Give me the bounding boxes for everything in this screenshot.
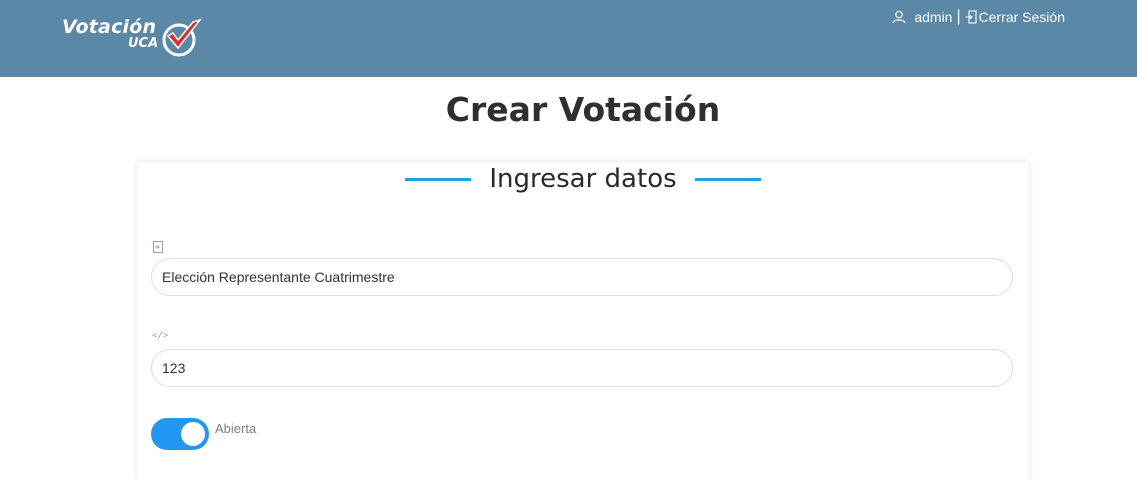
logout-button[interactable]: Cerrar Sesión <box>965 9 1065 25</box>
logout-icon <box>965 10 977 24</box>
title-line-left <box>405 177 472 181</box>
section-header: Ingresar datos <box>151 164 1015 194</box>
logo-check-icon <box>162 18 203 57</box>
form-body: Ingresar datos </> Abierta <box>151 162 1015 482</box>
user-name[interactable]: admin <box>914 9 952 25</box>
status-toggle[interactable] <box>151 418 209 450</box>
title-line-right <box>694 177 761 181</box>
logo-subtext: UCA <box>128 36 159 51</box>
form-card: Ingresar datos </> Abierta <box>137 162 1029 482</box>
app-logo[interactable]: Votación UCA <box>62 14 212 60</box>
user-area: admin | Cerrar Sesión <box>892 8 1065 26</box>
status-row: Abierta <box>151 418 256 450</box>
user-icon <box>892 10 906 24</box>
code-icon: </> <box>152 331 169 341</box>
election-code-input[interactable] <box>151 349 1013 387</box>
logo-text: Votación <box>62 16 157 38</box>
section-title: Ingresar datos <box>489 164 677 194</box>
form-entry-icon <box>153 238 163 257</box>
page-title: Crear Votación <box>445 90 721 129</box>
election-name-input[interactable] <box>151 258 1013 296</box>
user-separator: | <box>956 8 961 25</box>
toggle-knob <box>181 422 205 446</box>
status-label: Abierta <box>215 421 257 436</box>
logout-label: Cerrar Sesión <box>978 9 1065 25</box>
top-header: Votación UCA admin | Cerrar Sesión <box>0 0 1137 77</box>
